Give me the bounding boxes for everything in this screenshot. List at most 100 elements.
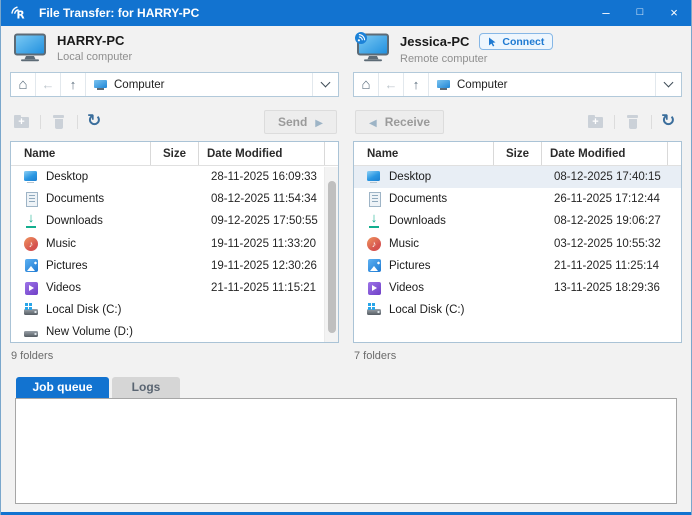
file-date-modified: 09-12-2025 17:50:55 (211, 215, 318, 228)
send-arrow-icon (315, 115, 323, 129)
column-header-name[interactable]: Name (354, 142, 494, 165)
file-row[interactable]: Videos 13-11-2025 18:29:36 (354, 277, 681, 299)
window-content: HARRY-PC Local computer Computer (1, 26, 691, 512)
job-queue-panel (15, 398, 677, 504)
desktop-icon (23, 169, 39, 185)
window-title: File Transfer: for HARRY-PC (39, 6, 200, 20)
file-name: Downloads (389, 215, 446, 228)
file-name: Music (389, 237, 420, 250)
file-row[interactable]: Desktop 08-12-2025 17:40:15 (354, 166, 681, 189)
toolbar-separator (614, 115, 615, 129)
remote-up-button[interactable] (404, 73, 429, 96)
delete-icon[interactable] (623, 113, 643, 131)
file-date-modified: 21-11-2025 11:25:14 (554, 259, 660, 272)
connect-button-label: Connect (502, 35, 545, 48)
file-transfer-window: R File Transfer: for HARRY-PC – □ × HARR… (0, 0, 692, 515)
close-button[interactable]: × (657, 0, 691, 26)
local-address-value: Computer (114, 78, 165, 91)
remote-toolbar: Receive (353, 109, 682, 135)
refresh-icon[interactable] (86, 111, 106, 131)
minimize-button[interactable]: – (589, 0, 623, 26)
documents-icon (23, 191, 39, 208)
file-name: Desktop (389, 171, 432, 184)
downloads-icon (23, 210, 39, 229)
remote-file-list: Name Size Date Modified Desktop 08-12-20… (353, 141, 682, 343)
tab-logs[interactable]: Logs (112, 377, 180, 398)
file-name: Pictures (46, 259, 88, 272)
new-folder-icon[interactable] (586, 113, 606, 131)
remote-monitor-icon (355, 32, 389, 62)
remote-list-header: Name Size Date Modified (354, 142, 681, 166)
tab-job-queue[interactable]: Job queue (16, 377, 109, 398)
file-row[interactable]: Documents 08-12-2025 11:54:34 (11, 188, 338, 210)
desktop-icon (366, 169, 382, 185)
home-icon (361, 76, 370, 94)
file-date-modified: 08-12-2025 17:40:15 (554, 171, 661, 184)
remote-home-button[interactable] (354, 73, 379, 96)
remote-address-dropdown-button[interactable] (655, 73, 681, 96)
column-header-size[interactable]: Size (494, 142, 542, 165)
new-folder-icon[interactable] (12, 113, 32, 131)
column-header-date-modified[interactable]: Date Modified (542, 142, 668, 165)
file-row[interactable]: Documents 26-11-2025 17:12:44 (354, 188, 681, 210)
column-header-size[interactable]: Size (151, 142, 199, 165)
remote-address-combobox[interactable]: Computer (429, 73, 655, 96)
home-icon (18, 76, 27, 94)
computer-icon (94, 79, 108, 91)
remote-address-value: Computer (457, 78, 508, 91)
local-file-rows: Desktop 28-11-2025 16:09:33 Documents 08… (11, 166, 338, 342)
toolbar-separator (40, 115, 41, 129)
local-up-button[interactable] (61, 73, 86, 96)
maximize-button[interactable]: □ (623, 0, 657, 26)
local-monitor-icon (14, 33, 46, 62)
local-address-dropdown-button[interactable] (312, 73, 338, 96)
column-header-date-modified[interactable]: Date Modified (199, 142, 325, 165)
refresh-icon[interactable] (660, 111, 680, 131)
file-date-modified: 21-11-2025 11:15:21 (211, 282, 317, 295)
receive-button[interactable]: Receive (355, 110, 445, 134)
local-home-button[interactable] (11, 73, 36, 96)
file-name: Pictures (389, 259, 431, 272)
receive-arrow-icon (369, 115, 377, 129)
file-name: Videos (46, 282, 81, 295)
file-row[interactable]: Local Disk (C:) (354, 299, 681, 321)
remote-back-button[interactable] (379, 73, 404, 96)
local-address-combobox[interactable]: Computer (86, 73, 312, 96)
chevron-down-icon (320, 77, 331, 88)
toolbar-separator (651, 115, 652, 129)
file-row[interactable]: Videos 21-11-2025 11:15:21 (11, 277, 338, 299)
file-row[interactable]: Music 19-11-2025 11:33:20 (11, 233, 338, 255)
local-toolbar: Send (10, 109, 339, 135)
file-name: Videos (389, 282, 424, 295)
file-date-modified: 08-12-2025 19:06:27 (554, 215, 661, 228)
file-name: Music (46, 237, 77, 250)
scrollbar-thumb[interactable] (328, 181, 336, 333)
file-date-modified: 13-11-2025 18:29:36 (554, 282, 660, 295)
list-scrollbar[interactable] (324, 167, 338, 342)
back-arrow-icon (42, 76, 55, 94)
file-name: Local Disk (C:) (46, 304, 122, 317)
file-row[interactable]: Pictures 21-11-2025 11:25:14 (354, 255, 681, 277)
file-row[interactable]: New Volume (D:) (11, 321, 338, 342)
column-header-name[interactable]: Name (11, 142, 151, 165)
file-date-modified: 28-11-2025 16:09:33 (211, 171, 317, 184)
file-name: New Volume (D:) (46, 326, 133, 339)
receive-button-label: Receive (384, 115, 431, 129)
local-back-button[interactable] (36, 73, 61, 96)
file-row[interactable]: Downloads 08-12-2025 19:06:27 (354, 210, 681, 232)
file-row[interactable]: Desktop 28-11-2025 16:09:33 (11, 166, 338, 188)
up-arrow-icon (70, 76, 77, 94)
send-button[interactable]: Send (263, 110, 337, 134)
titlebar: R File Transfer: for HARRY-PC – □ × (1, 0, 691, 26)
connect-button[interactable]: Connect (479, 33, 554, 50)
file-row[interactable]: Music 03-12-2025 10:55:32 (354, 233, 681, 255)
file-row[interactable]: Downloads 09-12-2025 17:50:55 (11, 210, 338, 232)
file-name: Documents (389, 193, 448, 206)
file-row[interactable]: Pictures 19-11-2025 12:30:26 (11, 255, 338, 277)
videos-icon (366, 280, 382, 296)
file-row[interactable]: Local Disk (C:) (11, 299, 338, 321)
window-controls: – □ × (589, 0, 691, 26)
file-date-modified: 08-12-2025 11:54:34 (211, 193, 317, 206)
delete-icon[interactable] (49, 113, 69, 131)
remote-navbar: Computer (353, 72, 682, 97)
